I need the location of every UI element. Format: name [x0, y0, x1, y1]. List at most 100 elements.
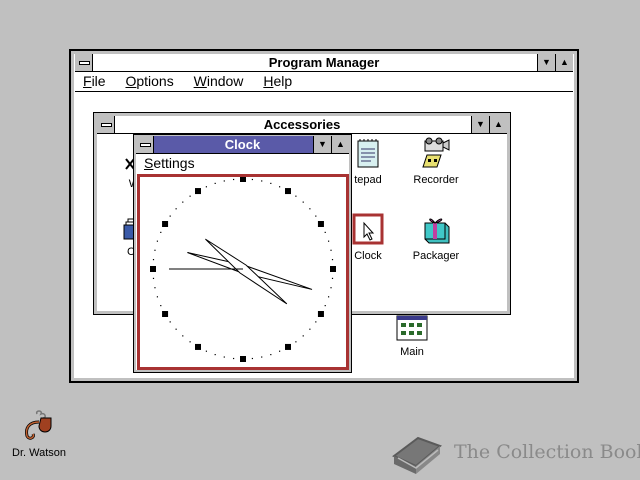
clock-menubar: Settings — [136, 154, 349, 172]
minute-dot — [175, 208, 177, 210]
minute-dot — [279, 350, 281, 352]
hour-mark — [162, 311, 169, 317]
hour-hand — [205, 238, 288, 305]
hour-mark — [162, 221, 169, 227]
minute-dot — [205, 350, 207, 352]
minute-dot — [214, 353, 216, 356]
minute-dot — [302, 201, 304, 203]
minute-dot — [169, 321, 171, 323]
clock-face — [137, 174, 349, 370]
menu-options[interactable]: Options — [117, 72, 181, 91]
minute-dot — [261, 356, 263, 358]
menu-settings[interactable]: Settings — [136, 154, 203, 172]
program-manager-system-menu-button[interactable] — [75, 54, 93, 71]
notepad-icon — [357, 139, 379, 168]
minute-dot — [160, 231, 162, 233]
icon-recorder-label: Recorder — [413, 174, 459, 186]
packager-icon — [424, 218, 450, 244]
minute-dot — [302, 335, 304, 337]
hour-mark — [195, 188, 201, 195]
clock-icon — [352, 213, 384, 245]
clock-system-menu-button[interactable] — [136, 136, 154, 153]
accessories-minimize-button[interactable]: ▼ — [471, 116, 489, 133]
minute-dot — [251, 357, 254, 360]
clock-titlebar[interactable]: Clock ▼ ▲ — [136, 136, 349, 154]
minute-dot — [160, 305, 162, 307]
minute-dot — [152, 277, 155, 280]
minute-dot — [295, 341, 297, 343]
hour-mark — [285, 343, 291, 350]
accessories-maximize-button[interactable]: ▲ — [489, 116, 507, 133]
program-manager-menubar: File Options Window Help — [75, 72, 573, 92]
minute-dot — [279, 186, 281, 188]
minute-dot — [189, 341, 191, 343]
program-manager-maximize-button[interactable]: ▲ — [555, 54, 573, 71]
group-icon-main[interactable]: Main — [374, 315, 450, 358]
minute-dot — [327, 296, 330, 298]
icon-packager[interactable]: Packager — [398, 213, 474, 262]
menu-window[interactable]: Window — [186, 72, 252, 91]
minute-dot — [223, 356, 225, 358]
minute-dot — [309, 328, 311, 330]
hour-mark — [330, 266, 336, 272]
watermark-text: The Collection Book — [454, 441, 640, 463]
book-icon — [392, 436, 442, 474]
hour-mark — [317, 311, 324, 317]
minute-dot — [315, 321, 317, 323]
minute-dot — [309, 208, 311, 210]
minute-dot — [182, 335, 184, 337]
minute-dot — [327, 240, 330, 242]
desktop-icon-dr-watson[interactable]: Dr. Watson — [2, 410, 76, 459]
minute-dot — [169, 215, 171, 217]
minute-dot — [251, 178, 254, 181]
accessories-system-menu-button[interactable] — [97, 116, 115, 133]
minute-dot — [175, 328, 177, 330]
clock-window: Clock ▼ ▲ Settings — [133, 134, 352, 373]
program-manager-minimize-button[interactable]: ▼ — [537, 54, 555, 71]
minute-dot — [214, 182, 216, 185]
hour-mark — [150, 266, 156, 272]
accessories-title: Accessories — [263, 117, 341, 132]
minute-dot — [331, 258, 334, 261]
analog-clock — [150, 176, 336, 362]
clock-hands — [169, 238, 313, 305]
collection-book-watermark: The Collection Book — [388, 430, 640, 476]
clock-maximize-button[interactable]: ▲ — [331, 136, 349, 153]
minute-dot — [232, 178, 235, 181]
minute-dot — [152, 258, 155, 261]
minute-dot — [270, 353, 272, 356]
minute-dot — [295, 195, 297, 197]
minute-dot — [261, 180, 263, 182]
minute-dot — [156, 240, 159, 242]
minute-dot — [270, 182, 272, 185]
hour-mark — [317, 221, 324, 227]
desktop-icon-dr-watson-label: Dr. Watson — [12, 447, 66, 459]
hour-mark — [240, 356, 246, 362]
minute-dot — [223, 180, 225, 182]
menu-file[interactable]: File — [75, 72, 114, 91]
dr-watson-icon — [25, 410, 52, 440]
hour-mark — [285, 188, 291, 195]
minute-dot — [189, 195, 191, 197]
minute-dot — [156, 296, 159, 298]
group-icon-main-label: Main — [400, 346, 424, 358]
minute-dot — [324, 231, 326, 233]
recorder-icon — [422, 137, 450, 168]
main-group-icon — [396, 315, 428, 341]
hour-mark — [195, 343, 201, 350]
icon-recorder[interactable]: Recorder — [398, 137, 474, 186]
minute-dot — [182, 201, 184, 203]
program-manager-titlebar[interactable]: Program Manager ▼ ▲ — [75, 54, 573, 72]
program-manager-title: Program Manager — [268, 55, 380, 70]
minute-dot — [331, 277, 334, 280]
minute-dot — [232, 357, 235, 360]
minute-dot — [154, 249, 156, 251]
minute-dot — [315, 215, 317, 217]
clock-minimize-button[interactable]: ▼ — [313, 136, 331, 153]
minute-dot — [324, 305, 326, 307]
icon-packager-label: Packager — [412, 250, 460, 262]
minute-dot — [205, 186, 207, 188]
menu-help[interactable]: Help — [255, 72, 300, 91]
accessories-titlebar[interactable]: Accessories ▼ ▲ — [97, 116, 507, 134]
hour-mark — [240, 176, 246, 182]
